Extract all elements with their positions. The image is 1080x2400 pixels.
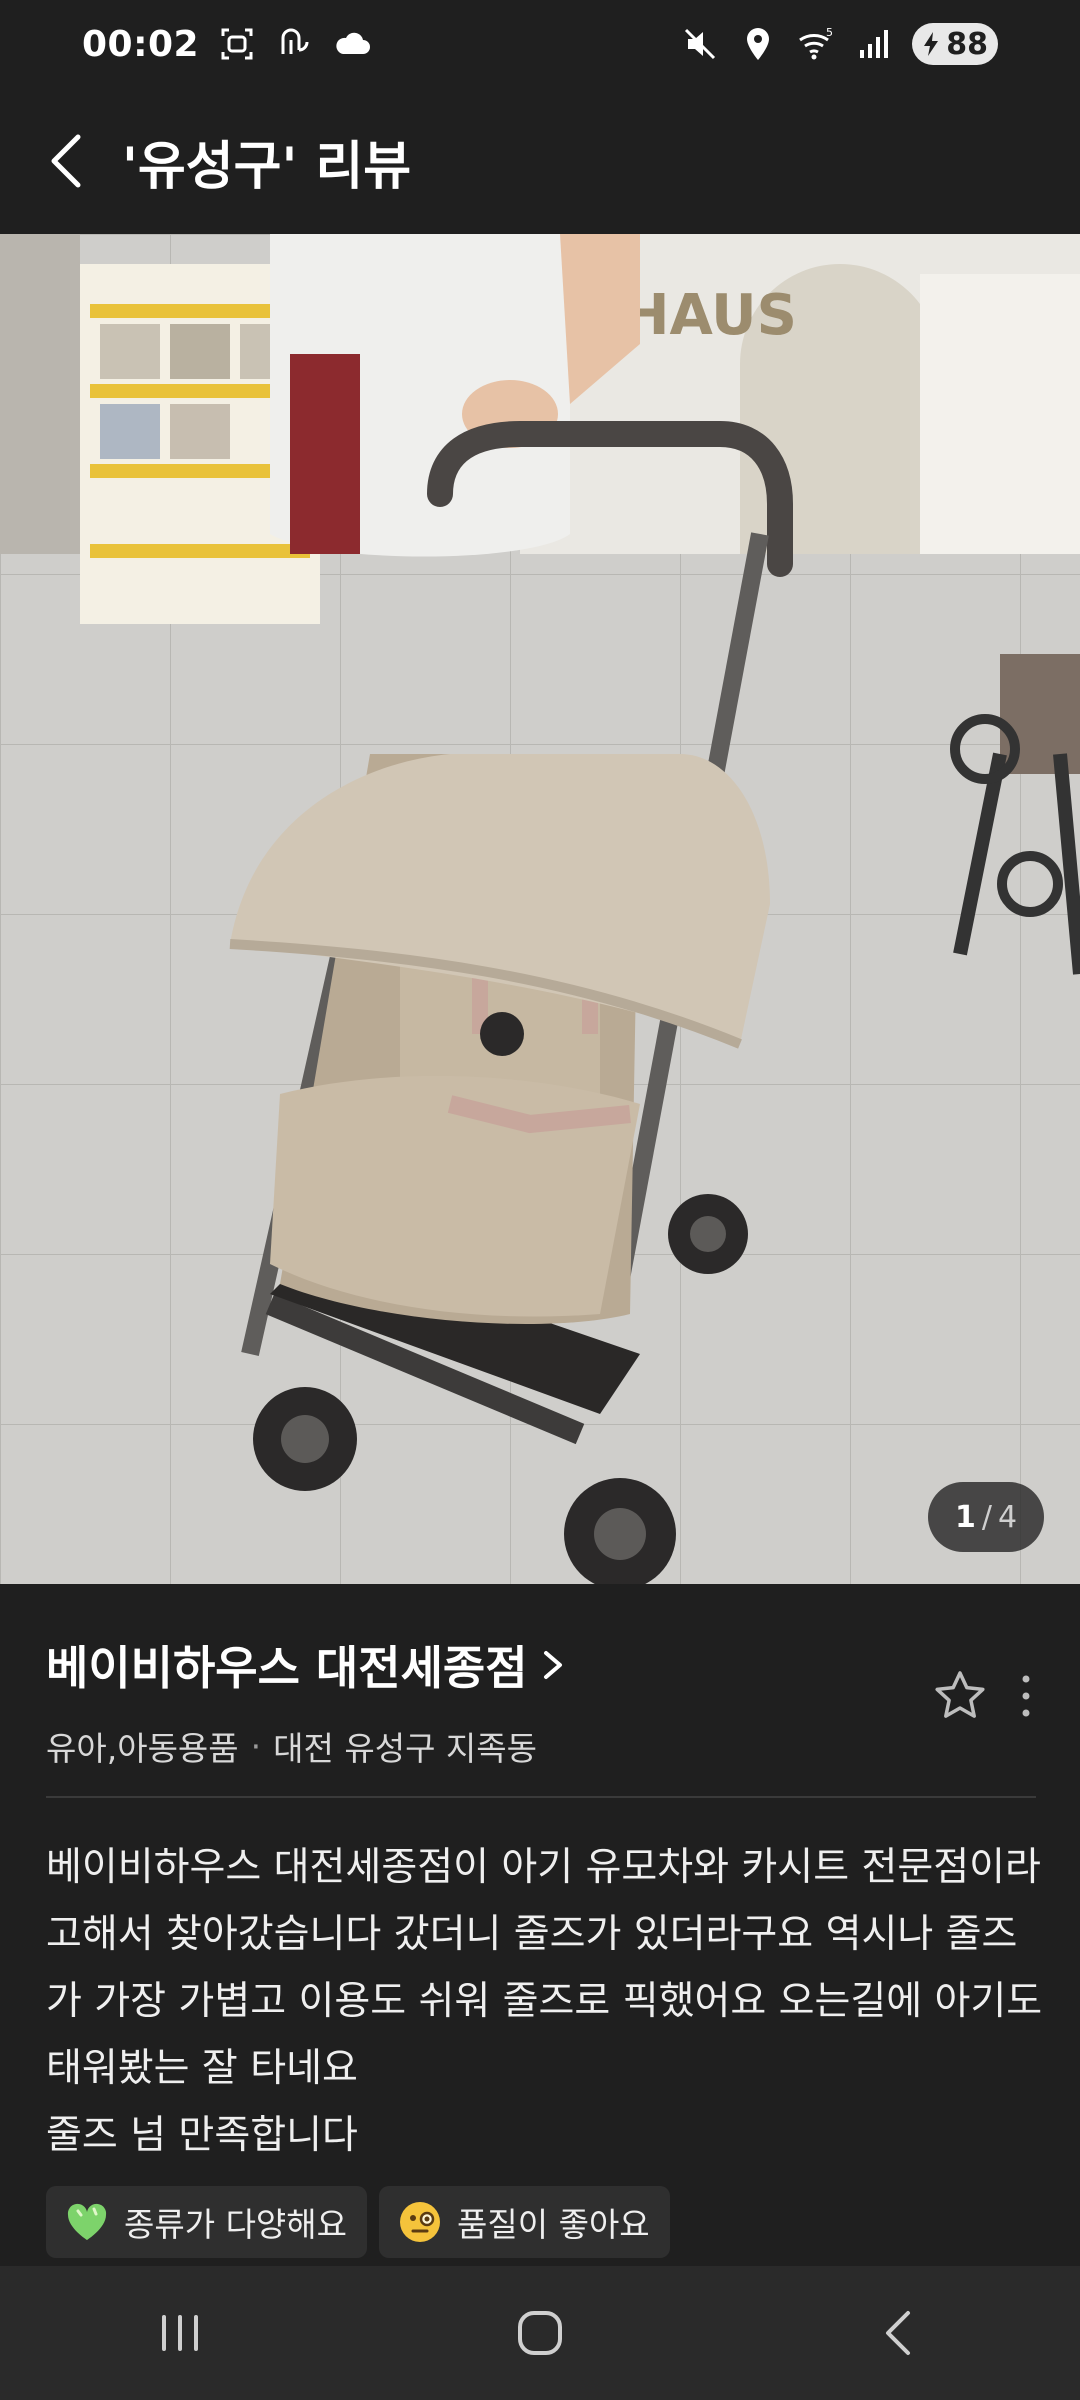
location-icon	[738, 24, 778, 64]
divider	[46, 1796, 1036, 1798]
place-name-link[interactable]: 베이비하우스 대전세종점	[46, 1632, 1036, 1698]
app-bar: '유성구' 리뷰	[0, 88, 1080, 234]
tag-label: 품질이 좋아요	[457, 2205, 650, 2244]
battery-icon	[924, 32, 939, 56]
place-actions	[932, 1668, 1036, 1724]
chevron-right-icon	[543, 1651, 562, 1679]
cloud-icon	[333, 24, 373, 64]
wifi-5g-icon: 5	[796, 24, 836, 64]
home-icon	[518, 2311, 562, 2355]
system-nav-bar	[0, 2266, 1080, 2400]
place-category: 유아,아동용품	[46, 1729, 239, 1768]
green-heart-icon	[67, 2203, 107, 2240]
status-time: 00:02	[82, 23, 200, 65]
place-location: 대전 유성구 지족동	[273, 1729, 538, 1768]
signal-icon	[854, 24, 894, 64]
nfc-icon	[275, 24, 315, 64]
photo-counter-current: 1	[954, 1499, 976, 1535]
place-info: 베이비하우스 대전세종점 유아,아동용품 · 대전 유성구 지족동	[46, 1632, 1036, 1770]
system-back-button[interactable]	[820, 2283, 980, 2383]
status-right: 5 88	[680, 23, 998, 65]
page-title: '유성구' 리뷰	[122, 136, 412, 197]
tag-chip: 종류가 다양해요	[46, 2186, 368, 2258]
photo-counter-separator: /	[981, 1499, 992, 1535]
recent-apps-icon	[162, 2315, 198, 2351]
photo-counter: 1 / 4	[928, 1482, 1044, 1552]
battery-level: 88	[946, 26, 988, 62]
stroller-photo: X HAUS	[0, 234, 1080, 1584]
more-vertical-icon	[1022, 1675, 1030, 1717]
more-options-button[interactable]	[1016, 1671, 1036, 1721]
back-arrow-icon	[51, 134, 81, 188]
status-bar: 00:02 5 88	[0, 0, 1080, 88]
photo-counter-total: 4	[997, 1499, 1018, 1535]
home-button[interactable]	[460, 2283, 620, 2383]
monocle-face-icon	[400, 2202, 441, 2242]
screenshot-icon	[217, 24, 257, 64]
meta-separator: ·	[250, 1726, 262, 1766]
review-tags: 종류가 다양해요 품질이 좋아요	[46, 2186, 670, 2258]
back-chevron-icon	[886, 2311, 910, 2355]
tag-chip: 품질이 좋아요	[379, 2186, 670, 2258]
tag-label: 종류가 다양해요	[124, 2205, 348, 2244]
battery-indicator: 88	[912, 23, 998, 65]
place-name: 베이비하우스 대전세종점	[46, 1641, 528, 1695]
save-star-button[interactable]	[932, 1668, 988, 1724]
review-text: 베이비하우스 대전세종점이 아기 유모차와 카시트 전문점이라 고해서 찾아갔습…	[46, 1845, 1043, 2158]
status-left: 00:02	[82, 24, 373, 65]
review-photo[interactable]: X HAUS 1 / 4	[0, 234, 1080, 1584]
place-meta: 유아,아동용품 · 대전 유성구 지족동	[46, 1722, 1036, 1770]
svg-text:5: 5	[826, 26, 833, 39]
mute-icon	[680, 24, 720, 64]
recent-apps-button[interactable]	[100, 2283, 260, 2383]
star-icon	[935, 1671, 985, 1718]
back-button[interactable]	[46, 121, 106, 201]
